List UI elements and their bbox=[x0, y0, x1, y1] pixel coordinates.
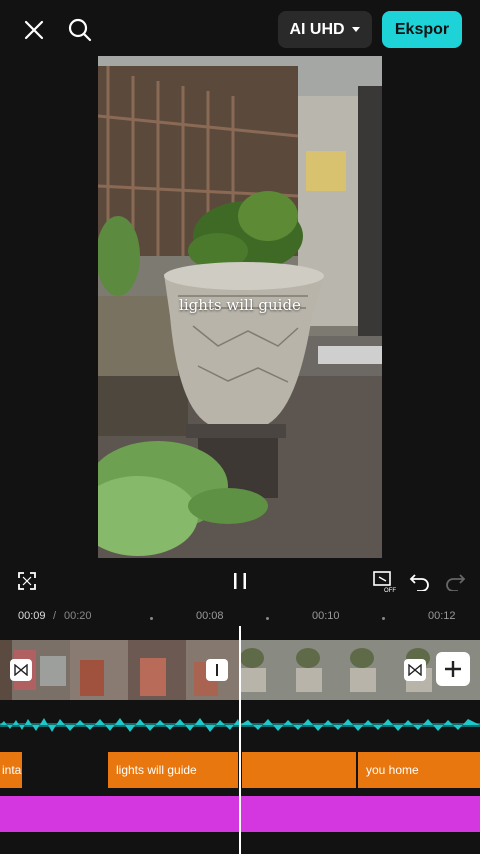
playhead[interactable] bbox=[239, 626, 241, 854]
redo-button[interactable] bbox=[442, 568, 468, 594]
add-icon bbox=[445, 661, 461, 677]
preview-off-icon: OFF bbox=[373, 571, 396, 593]
text-clip[interactable]: you home bbox=[358, 752, 480, 788]
ruler-dot bbox=[266, 617, 269, 620]
svg-text:OFF: OFF bbox=[384, 588, 396, 593]
ruler-tick: 00:10 bbox=[312, 610, 340, 622]
transition-icon bbox=[14, 664, 28, 676]
pause-icon bbox=[234, 573, 246, 589]
video-preview[interactable]: lights will guide bbox=[98, 56, 382, 558]
current-time: 00:09 bbox=[18, 610, 46, 622]
preview-caption[interactable]: lights will guide bbox=[98, 296, 382, 314]
undo-icon bbox=[409, 574, 429, 591]
pause-button[interactable] bbox=[226, 568, 254, 594]
export-button[interactable]: Ekspor bbox=[382, 11, 462, 48]
split-icon bbox=[216, 664, 218, 676]
fullscreen-button[interactable] bbox=[14, 568, 40, 594]
add-clip-button[interactable] bbox=[436, 652, 470, 686]
text-clip[interactable]: inta bbox=[0, 752, 22, 788]
transition-icon bbox=[408, 664, 422, 676]
ruler-dot bbox=[150, 617, 153, 620]
preview-toggle-button[interactable]: OFF bbox=[370, 567, 400, 595]
time-ruler[interactable]: 00:09 / 00:20 00:08 00:10 00:12 bbox=[0, 604, 480, 628]
ruler-tick: 00:08 bbox=[196, 610, 224, 622]
playback-controls: OFF bbox=[0, 562, 480, 600]
total-time: 00:20 bbox=[64, 610, 92, 622]
text-clip[interactable]: lights will guide bbox=[108, 752, 238, 788]
search-icon bbox=[68, 18, 92, 42]
transition-marker[interactable] bbox=[206, 659, 228, 681]
text-clip[interactable] bbox=[242, 752, 356, 788]
undo-button[interactable] bbox=[407, 568, 433, 594]
transition-marker[interactable] bbox=[404, 659, 426, 681]
ruler-dot bbox=[382, 617, 385, 620]
transition-marker[interactable] bbox=[10, 659, 32, 681]
close-icon bbox=[24, 20, 44, 40]
redo-icon bbox=[446, 574, 466, 591]
search-button[interactable] bbox=[62, 12, 98, 48]
quality-label: AI UHD bbox=[289, 20, 345, 38]
top-bar: AI UHD Ekspor bbox=[0, 0, 480, 60]
time-separator: / bbox=[53, 610, 57, 622]
fullscreen-icon bbox=[18, 572, 36, 590]
chevron-down-icon bbox=[351, 26, 360, 32]
close-button[interactable] bbox=[16, 12, 52, 48]
quality-dropdown[interactable]: AI UHD bbox=[278, 11, 372, 48]
ruler-tick: 00:12 bbox=[428, 610, 456, 622]
